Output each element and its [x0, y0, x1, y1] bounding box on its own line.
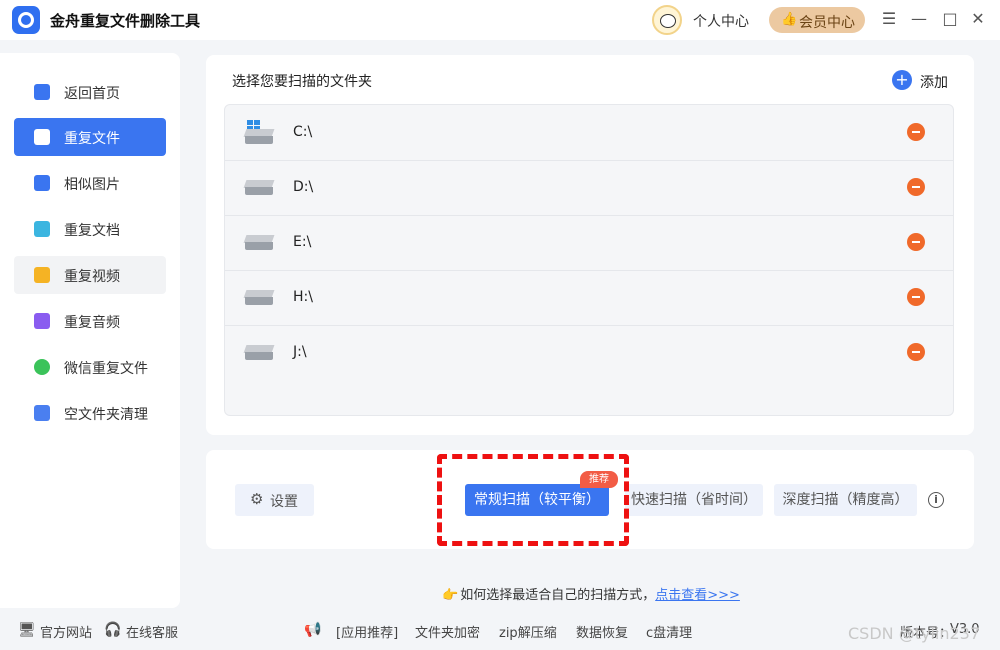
document-icon: [34, 221, 50, 237]
deep-scan-button[interactable]: 深度扫描（精度高）: [774, 484, 917, 516]
thumbs-up-icon: 👍: [781, 12, 798, 27]
drive-path: D:\: [293, 179, 314, 195]
video-icon: [34, 267, 50, 283]
pointing-hand-icon: 👉: [442, 588, 459, 603]
sidebar-item-duplicate-audio[interactable]: 重复音频: [14, 302, 166, 340]
folder-panel-title: 选择您要扫描的文件夹: [232, 74, 372, 90]
settings-button[interactable]: ⚙ 设置: [235, 484, 314, 516]
tip-text: 如何选择最适合自己的扫描方式，: [460, 588, 656, 603]
online-support-link[interactable]: 在线客服: [126, 622, 178, 641]
sidebar-item-label: 重复文档: [64, 223, 120, 239]
drive-path: H:\: [293, 289, 313, 305]
close-icon[interactable]: ✕: [969, 9, 987, 28]
highlight-annotation: [437, 454, 629, 546]
folder-row: C:\: [225, 105, 953, 161]
folder-row: H:\: [225, 270, 953, 326]
avatar[interactable]: [652, 5, 682, 35]
sidebar-item-label: 相似图片: [64, 177, 120, 193]
home-icon: [34, 84, 50, 100]
settings-label: 设置: [270, 494, 298, 510]
sidebar-item-duplicate-videos[interactable]: 重复视频: [14, 256, 166, 294]
fast-scan-button[interactable]: 快速扫描（省时间）: [625, 484, 763, 516]
vip-center-button[interactable]: 👍 会员中心: [769, 7, 865, 33]
maximize-icon[interactable]: □: [941, 9, 959, 28]
sidebar-item-similar-images[interactable]: 相似图片: [14, 164, 166, 202]
drive-icon: [243, 235, 275, 250]
folder-row: E:\: [225, 215, 953, 271]
zip-link[interactable]: zip解压缩: [499, 622, 557, 641]
folder-list: C:\ D:\ E:\ H:\ J:\: [224, 104, 954, 416]
windows-drive-icon: [243, 120, 275, 144]
remove-folder-button[interactable]: [907, 288, 925, 306]
headset-icon: 🎧: [104, 622, 122, 638]
sidebar: 返回首页 重复文件 相似图片 重复文档 重复视频 重复音频 微信重复文件 空文件…: [0, 53, 180, 608]
image-icon: [34, 175, 50, 191]
c-drive-clean-link[interactable]: c盘清理: [646, 622, 692, 641]
sidebar-item-home[interactable]: 返回首页: [14, 73, 166, 111]
official-website-link[interactable]: 官方网站: [40, 622, 92, 641]
drive-path: C:\: [293, 124, 313, 140]
sidebar-item-label: 重复音频: [64, 315, 120, 331]
add-folder-icon[interactable]: +: [892, 70, 912, 90]
drive-icon: [243, 345, 275, 360]
wechat-icon: [34, 359, 50, 375]
remove-folder-button[interactable]: [907, 343, 925, 361]
watermark: CSDN @tylin237: [848, 624, 981, 643]
drive-icon: [243, 180, 275, 195]
gear-icon: ⚙: [250, 490, 264, 508]
remove-folder-button[interactable]: [907, 178, 925, 196]
sidebar-item-duplicate-docs[interactable]: 重复文档: [14, 210, 166, 248]
sidebar-item-wechat-duplicates[interactable]: 微信重复文件: [14, 348, 166, 386]
sidebar-item-empty-folders[interactable]: 空文件夹清理: [14, 394, 166, 432]
sidebar-item-label: 微信重复文件: [64, 361, 148, 377]
menu-icon[interactable]: ☰: [880, 9, 898, 28]
remove-folder-button[interactable]: [907, 233, 925, 251]
app-title: 金舟重复文件删除工具: [50, 12, 201, 30]
folder-row: D:\: [225, 160, 953, 216]
drive-path: J:\: [293, 344, 307, 360]
empty-folder-icon: [34, 405, 50, 421]
folder-encrypt-link[interactable]: 文件夹加密: [415, 622, 480, 641]
app-logo: [12, 6, 40, 34]
app-recommend-label: [应用推荐]: [336, 626, 399, 641]
add-folder-button[interactable]: 添加: [920, 72, 948, 92]
folder-row: J:\: [225, 325, 953, 380]
profile-link[interactable]: 个人中心: [693, 11, 749, 31]
folder-panel: 选择您要扫描的文件夹 + 添加 C:\ D:\ E:\ H:\ J:\: [206, 55, 974, 435]
megaphone-icon: 📢: [304, 622, 322, 638]
data-recovery-link[interactable]: 数据恢复: [576, 622, 628, 641]
folder-icon: [34, 129, 50, 145]
audio-icon: [34, 313, 50, 329]
monitor-icon: 🖥: [18, 622, 36, 638]
scan-tip: 👉 如何选择最适合自己的扫描方式，点击查看>>>: [442, 584, 740, 603]
drive-path: E:\: [293, 234, 312, 250]
title-bar: 金舟重复文件删除工具 个人中心 👍 会员中心 ☰ — □ ✕: [0, 0, 1000, 40]
drive-icon: [243, 290, 275, 305]
remove-folder-button[interactable]: [907, 123, 925, 141]
tip-link[interactable]: 点击查看>>>: [655, 588, 740, 603]
vip-center-label: 会员中心: [799, 15, 855, 31]
minimize-icon[interactable]: —: [910, 9, 928, 28]
sidebar-item-duplicate-files[interactable]: 重复文件: [14, 118, 166, 156]
sidebar-item-label: 返回首页: [64, 86, 120, 102]
sidebar-item-label: 空文件夹清理: [64, 407, 148, 423]
sidebar-item-label: 重复视频: [64, 269, 120, 285]
sidebar-item-label: 重复文件: [64, 131, 120, 147]
info-icon[interactable]: i: [928, 492, 944, 508]
